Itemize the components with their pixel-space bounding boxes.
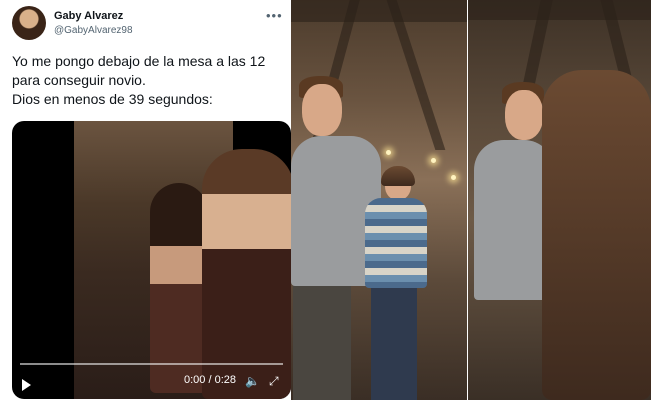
video-progress-bar[interactable] — [20, 363, 283, 365]
tweet-card: Gaby Alvarez @GabyAlvarez98 ••• Yo me po… — [0, 0, 291, 400]
display-name[interactable]: Gaby Alvarez — [54, 10, 123, 22]
play-icon[interactable] — [22, 379, 31, 391]
tweet-text-line: Yo me pongo debajo de la mesa a las 12 — [12, 53, 266, 69]
tweet-text: Yo me pongo debajo de la mesa a las 12 p… — [12, 52, 290, 109]
video-time: 0:00 / 0:28 — [184, 374, 236, 386]
more-icon[interactable]: ••• — [266, 8, 283, 23]
video-person — [150, 183, 208, 393]
video-player[interactable]: 0:00 / 0:28 🔈 ⤢ — [12, 121, 291, 399]
video-person — [202, 149, 291, 399]
tweet-text-line: para conseguir novio. — [12, 72, 146, 88]
avatar[interactable] — [12, 6, 46, 40]
volume-icon[interactable]: 🔈 — [245, 374, 260, 388]
tweet-text-line: Dios en menos de 39 segundos: — [12, 91, 213, 107]
photo-panel-3 — [468, 0, 651, 400]
fullscreen-icon[interactable]: ⤢ — [269, 374, 279, 389]
video-frame — [74, 121, 291, 399]
user-handle[interactable]: @GabyAlvarez98 — [54, 25, 133, 36]
photo-panel-2 — [291, 0, 468, 400]
